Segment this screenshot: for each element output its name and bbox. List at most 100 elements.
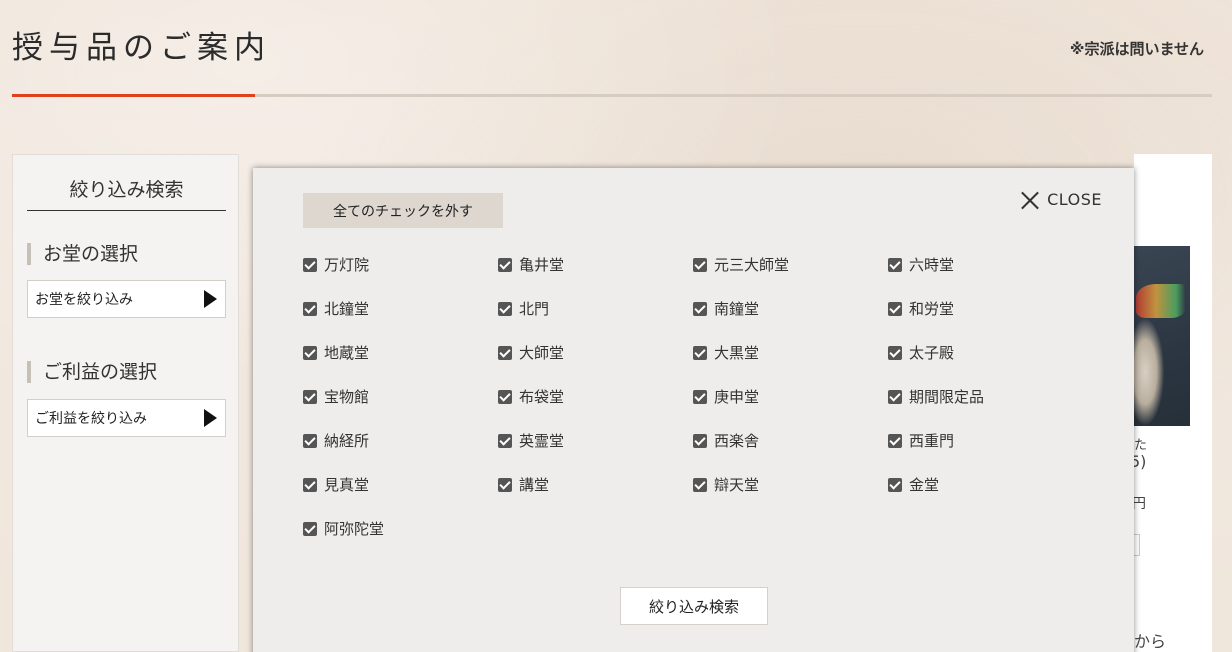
filter-sidebar: 絞り込み検索 お堂の選択 お堂を絞り込み ご利益の選択 ご利益を絞り込み xyxy=(12,154,239,652)
hall-filter-select[interactable]: お堂を絞り込み xyxy=(27,280,226,318)
benefit-filter-select[interactable]: ご利益を絞り込み xyxy=(27,399,226,437)
hall-option-label: 万灯院 xyxy=(324,256,370,274)
hall-option[interactable]: 大師堂 xyxy=(498,342,564,363)
hall-option-label: 太子殿 xyxy=(909,344,955,362)
checkbox-checked-icon[interactable] xyxy=(303,433,317,448)
sidebar-heading: 絞り込み検索 xyxy=(27,175,226,211)
triangle-right-icon xyxy=(204,409,217,427)
hall-option-label: 元三大師堂 xyxy=(714,256,790,274)
hall-option[interactable]: 英霊堂 xyxy=(498,430,564,451)
product-image xyxy=(1134,246,1190,426)
hall-option[interactable]: 太子殿 xyxy=(888,342,954,363)
checkbox-checked-icon[interactable] xyxy=(888,301,902,316)
checkbox-checked-icon[interactable] xyxy=(888,477,902,492)
checkbox-checked-icon[interactable] xyxy=(498,389,512,404)
close-icon xyxy=(1021,191,1039,209)
hall-section-title: お堂の選択 xyxy=(27,243,138,265)
hall-option-label: 北門 xyxy=(519,300,550,318)
hall-option[interactable]: 納経所 xyxy=(303,430,369,451)
checkbox-checked-icon[interactable] xyxy=(303,477,317,492)
checkbox-checked-icon[interactable] xyxy=(888,389,902,404)
hall-option-label: 宝物館 xyxy=(324,388,370,406)
hall-option-label: 英霊堂 xyxy=(519,432,565,450)
hall-option-label: 南鐘堂 xyxy=(714,300,760,318)
hall-filter-label: お堂を絞り込み xyxy=(35,292,133,308)
checkbox-checked-icon[interactable] xyxy=(498,301,512,316)
denomination-note: ※宗派は問いません xyxy=(1069,40,1204,58)
hall-option-label: 亀井堂 xyxy=(519,256,565,274)
hall-option-label: 布袋堂 xyxy=(519,388,565,406)
checkbox-checked-icon[interactable] xyxy=(693,389,707,404)
hall-option-label: 講堂 xyxy=(519,476,550,494)
hall-option-label: 北鐘堂 xyxy=(324,300,370,318)
checkbox-checked-icon[interactable] xyxy=(693,433,707,448)
checkbox-checked-icon[interactable] xyxy=(303,389,317,404)
hall-option[interactable]: 地蔵堂 xyxy=(303,342,369,363)
quantity-box-fragment xyxy=(1134,534,1140,556)
benefit-section-title: ご利益の選択 xyxy=(27,361,157,383)
hall-option[interactable]: 期間限定品 xyxy=(888,386,984,407)
product-price-fragment: 円 xyxy=(1132,496,1146,512)
triangle-right-icon xyxy=(204,290,217,308)
benefit-filter-label: ご利益を絞り込み xyxy=(35,411,147,427)
hall-option-label: 辯天堂 xyxy=(714,476,760,494)
hall-option[interactable]: 和労堂 xyxy=(888,298,954,319)
product-image-detail xyxy=(1136,284,1186,318)
hall-option[interactable]: 万灯院 xyxy=(303,254,369,275)
hall-option-label: 六時堂 xyxy=(909,256,955,274)
page-title: 授与品のご案内 xyxy=(12,30,271,66)
hall-option[interactable]: 南鐘堂 xyxy=(693,298,759,319)
hall-option-label: 大黒堂 xyxy=(714,344,760,362)
hall-option-label: 庚申堂 xyxy=(714,388,760,406)
checkbox-checked-icon[interactable] xyxy=(693,345,707,360)
hall-option-label: 期間限定品 xyxy=(909,388,985,406)
checkbox-checked-icon[interactable] xyxy=(498,345,512,360)
checkbox-checked-icon[interactable] xyxy=(303,521,317,536)
hall-filter-modal: 全てのチェックを外す CLOSE 万灯院 亀井堂 元三大師堂 六時堂北鐘堂 北門 南鐘堂 和… xyxy=(253,168,1134,652)
hall-option[interactable]: 金堂 xyxy=(888,474,939,495)
hall-option[interactable]: 庚申堂 xyxy=(693,386,759,407)
hall-option-label: 地蔵堂 xyxy=(324,344,370,362)
checkbox-checked-icon[interactable] xyxy=(498,477,512,492)
checkbox-checked-icon[interactable] xyxy=(693,477,707,492)
hall-option-label: 西楽舎 xyxy=(714,432,760,450)
filter-search-button[interactable]: 絞り込み検索 xyxy=(620,587,768,625)
checkbox-checked-icon[interactable] xyxy=(303,345,317,360)
checkbox-checked-icon[interactable] xyxy=(888,433,902,448)
uncheck-all-button[interactable]: 全てのチェックを外す xyxy=(303,193,503,228)
hall-option[interactable]: 講堂 xyxy=(498,474,549,495)
hall-option[interactable]: 西楽舎 xyxy=(693,430,759,451)
hall-option[interactable]: 阿弥陀堂 xyxy=(303,518,384,539)
checkbox-checked-icon[interactable] xyxy=(888,257,902,272)
checkbox-checked-icon[interactable] xyxy=(303,301,317,316)
hall-option[interactable]: 辯天堂 xyxy=(693,474,759,495)
hall-option[interactable]: 大黒堂 xyxy=(693,342,759,363)
product-text-fragment: た xyxy=(1134,438,1148,453)
hall-option[interactable]: 見真堂 xyxy=(303,474,369,495)
hall-option[interactable]: 布袋堂 xyxy=(498,386,564,407)
checkbox-checked-icon[interactable] xyxy=(303,257,317,272)
checkbox-checked-icon[interactable] xyxy=(498,433,512,448)
title-divider-accent xyxy=(12,94,255,97)
hall-option[interactable]: 元三大師堂 xyxy=(693,254,789,275)
checkbox-checked-icon[interactable] xyxy=(888,345,902,360)
close-button[interactable]: CLOSE xyxy=(1021,190,1102,209)
hall-option[interactable]: 宝物館 xyxy=(303,386,369,407)
hall-option-label: 大師堂 xyxy=(519,344,565,362)
hall-option[interactable]: 北鐘堂 xyxy=(303,298,369,319)
hall-option[interactable]: 六時堂 xyxy=(888,254,954,275)
hall-option-label: 見真堂 xyxy=(324,476,370,494)
hall-option-label: 西重門 xyxy=(909,432,955,450)
checkbox-checked-icon[interactable] xyxy=(693,257,707,272)
hall-option-label: 納経所 xyxy=(324,432,370,450)
hall-option-label: 阿弥陀堂 xyxy=(324,520,385,538)
hall-option[interactable]: 西重門 xyxy=(888,430,954,451)
hall-option[interactable]: 亀井堂 xyxy=(498,254,564,275)
product-text-fragment: から xyxy=(1134,632,1167,651)
hall-option[interactable]: 北門 xyxy=(498,298,549,319)
hall-option-label: 金堂 xyxy=(909,476,940,494)
close-label: CLOSE xyxy=(1047,190,1102,209)
hall-option-label: 和労堂 xyxy=(909,300,955,318)
checkbox-checked-icon[interactable] xyxy=(498,257,512,272)
checkbox-checked-icon[interactable] xyxy=(693,301,707,316)
